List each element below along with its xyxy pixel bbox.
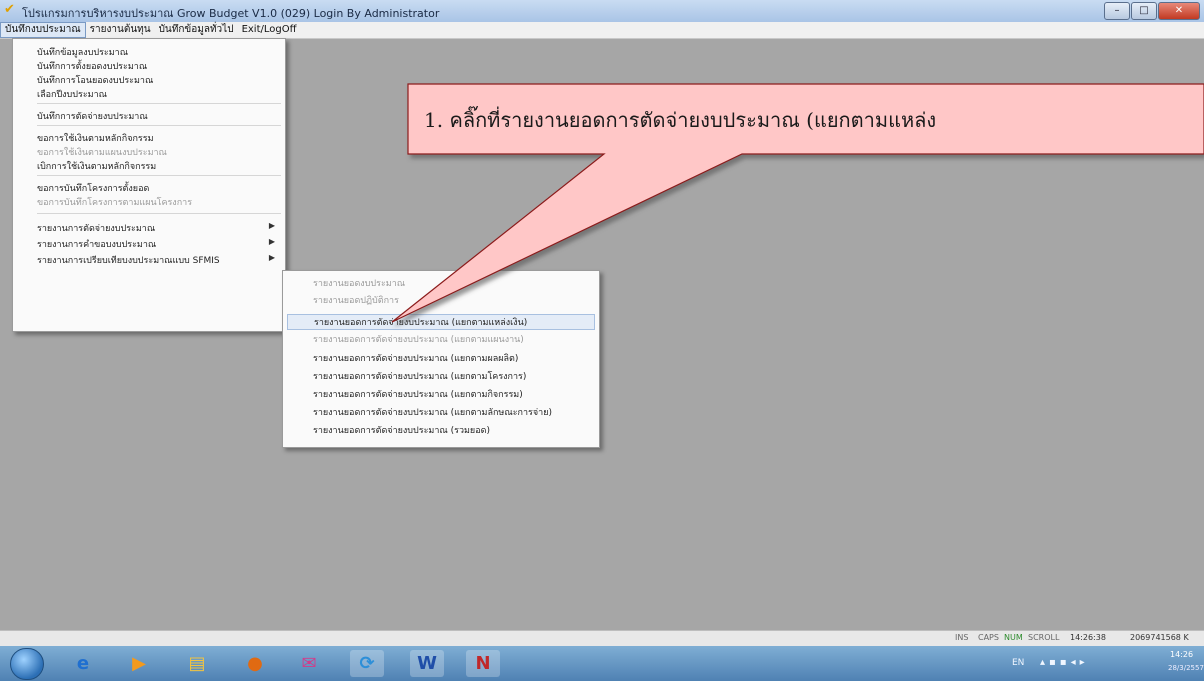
folder-icon[interactable]: ▤ — [180, 650, 214, 677]
internet-explorer-icon[interactable]: e — [66, 650, 100, 677]
clock-date[interactable]: 28/3/2557 — [1168, 664, 1204, 672]
clock-time[interactable]: 14:26 — [1170, 650, 1193, 659]
language-indicator[interactable]: EN — [1012, 658, 1024, 668]
refresh-icon[interactable]: ⟳ — [350, 650, 384, 677]
taskbar: e ▶ ▤ ● ✉ ⟳ W N EN ▴▪▪◂▸ 14:26 28/3/2557 — [0, 646, 1204, 681]
status-num: NUM — [1004, 633, 1023, 642]
callout-text: 1. คลิ๊กที่รายงานยอดการตัดจ่ายงบประมาณ (… — [424, 108, 937, 132]
callout-annotation — [391, 83, 1204, 323]
firefox-icon[interactable]: ● — [238, 650, 272, 677]
start-button[interactable] — [10, 648, 44, 680]
media-player-icon[interactable]: ▶ — [122, 650, 156, 677]
growbudget-icon[interactable]: N — [466, 650, 500, 677]
status-caps: CAPS — [978, 633, 999, 642]
status-memory: 2069741568 K — [1130, 633, 1189, 642]
tray-icons[interactable]: ▴▪▪◂▸ — [1040, 657, 1089, 668]
status-clock: 14:26:38 — [1070, 633, 1106, 642]
word-icon[interactable]: W — [410, 650, 444, 677]
status-ins: INS — [955, 633, 969, 642]
status-scroll: SCROLL — [1028, 633, 1060, 642]
mail-icon[interactable]: ✉ — [292, 650, 326, 677]
status-bar: INS CAPS NUM SCROLL 14:26:38 2069741568 … — [0, 630, 1204, 647]
